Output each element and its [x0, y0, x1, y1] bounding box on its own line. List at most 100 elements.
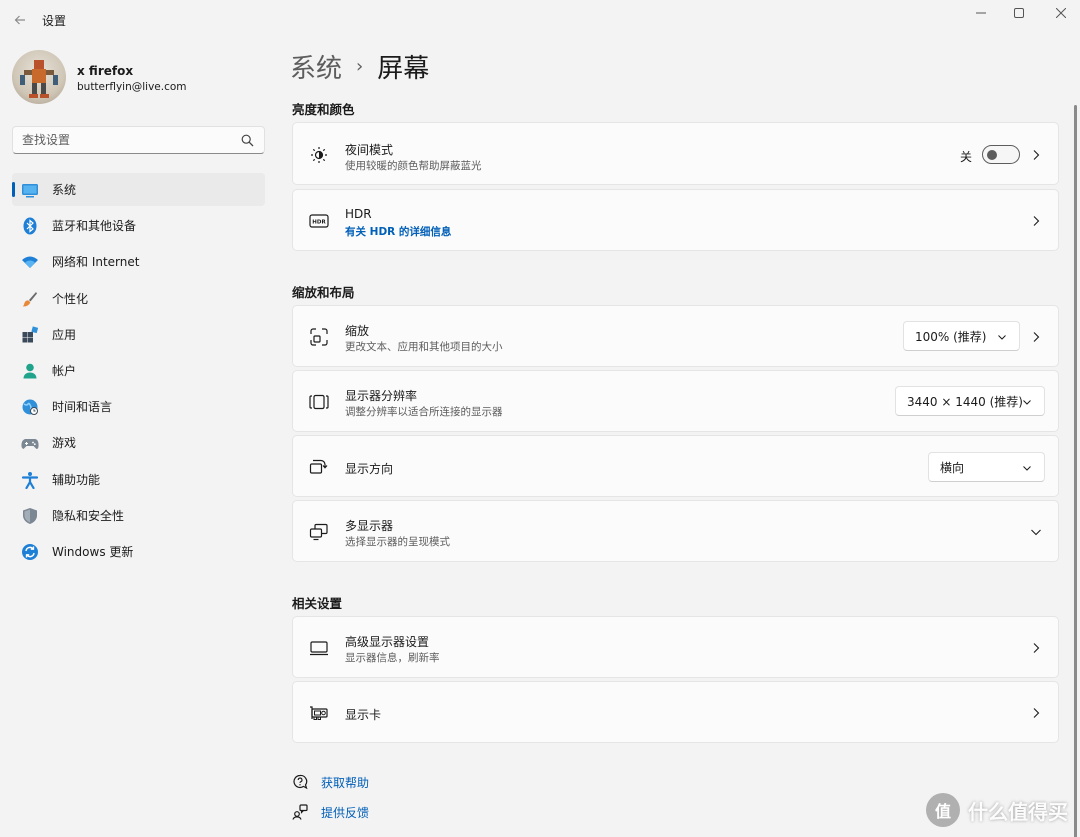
sidebar-item-label: 帐户: [52, 363, 77, 378]
chevron-down-icon[interactable]: [1030, 526, 1042, 538]
wifi-icon: [22, 256, 38, 269]
scale-icon: [310, 328, 328, 346]
night-light-icon: [311, 147, 327, 163]
sidebar-item-label: 辅助功能: [52, 472, 101, 487]
night-light-subtitle: 使用较暖的颜色帮助屏蔽蓝光: [345, 160, 482, 172]
night-light-card[interactable]: 夜间模式 使用较暖的颜色帮助屏蔽蓝光 关: [292, 122, 1059, 185]
sidebar-item-label: 游戏: [52, 436, 77, 451]
multi-display-subtitle: 选择显示器的呈现模式: [345, 536, 450, 548]
chevron-right-icon[interactable]: [1030, 642, 1042, 654]
sidebar-item-label: 系统: [52, 183, 77, 197]
sidebar-item-windows-update[interactable]: Windows 更新: [12, 535, 265, 568]
sidebar-item-label: 隐私和安全性: [52, 508, 125, 523]
chevron-down-icon: [1023, 400, 1031, 405]
back-button[interactable]: [8, 8, 32, 32]
chevron-right-icon[interactable]: [1030, 707, 1042, 719]
resolution-card[interactable]: 显示器分辨率 调整分辨率以适合所连接的显示器 3440 × 1440 (推荐): [292, 370, 1059, 432]
apps-icon: [22, 326, 39, 343]
scale-dropdown[interactable]: 100% (推荐): [903, 321, 1020, 351]
watermark: 值 什么值得买: [926, 793, 1068, 827]
scale-dropdown-value: 100% (推荐): [915, 329, 987, 344]
orientation-dropdown-value: 横向: [940, 460, 965, 475]
resolution-subtitle: 调整分辨率以适合所连接的显示器: [345, 406, 503, 418]
section-title-related: 相关设置: [292, 596, 343, 611]
graphics-title: 显示卡: [345, 708, 382, 722]
toggle-knob: [987, 150, 997, 160]
svg-text:HDR: HDR: [312, 220, 326, 226]
scrollbar[interactable]: [1074, 105, 1077, 837]
graphics-card[interactable]: 显示卡: [292, 681, 1059, 743]
sidebar-item-system[interactable]: 系统: [12, 173, 265, 206]
chevron-right-icon[interactable]: [1030, 331, 1042, 343]
monitor-outline-icon: [310, 641, 328, 656]
sidebar-item-apps[interactable]: 应用: [12, 318, 265, 351]
sidebar-item-network[interactable]: 网络和 Internet: [12, 245, 265, 278]
brush-icon: [22, 291, 37, 307]
close-button[interactable]: [1041, 0, 1080, 26]
sidebar-item-bluetooth[interactable]: 蓝牙和其他设备: [12, 209, 265, 242]
watermark-logo-glyph: 值: [934, 802, 951, 821]
hdr-info-link[interactable]: 有关 HDR 的详细信息: [345, 224, 451, 239]
night-light-title: 夜间模式: [345, 143, 394, 157]
sidebar-item-label: 时间和语言: [52, 400, 113, 415]
sidebar-item-label: 应用: [52, 327, 77, 342]
user-name: x firefox: [77, 64, 134, 78]
section-title-brightness: 亮度和颜色: [292, 102, 355, 117]
sidebar-item-label: Windows 更新: [52, 544, 134, 559]
update-icon: [22, 543, 38, 560]
shield-icon: [23, 507, 37, 524]
minimize-button[interactable]: [961, 0, 1001, 26]
advanced-display-title: 高级显示器设置: [345, 635, 430, 649]
get-help-label: 获取帮助: [321, 775, 370, 790]
night-light-toggle-label: 关: [959, 150, 972, 164]
monitor-icon: [22, 184, 38, 198]
sidebar-item-privacy[interactable]: 隐私和安全性: [12, 499, 265, 532]
search-icon[interactable]: [241, 134, 254, 147]
search-box[interactable]: [12, 126, 265, 154]
close-icon: [1056, 8, 1066, 18]
sidebar-item-label: 蓝牙和其他设备: [52, 219, 137, 234]
resolution-dropdown-value: 3440 × 1440 (推荐): [907, 394, 1023, 409]
resolution-dropdown[interactable]: 3440 × 1440 (推荐): [895, 386, 1045, 416]
chevron-right-icon[interactable]: [1030, 149, 1042, 161]
sidebar-item-time-language[interactable]: 时间和语言: [12, 390, 265, 423]
feedback-icon: [292, 804, 308, 820]
advanced-display-card[interactable]: 高级显示器设置 显示器信息，刷新率: [292, 616, 1059, 678]
breadcrumb-separator: ›: [356, 55, 364, 77]
sidebar-item-label: 个性化: [52, 291, 89, 306]
graphics-card-icon: [310, 706, 328, 720]
sidebar-item-gaming[interactable]: 游戏: [12, 426, 265, 459]
maximize-button[interactable]: [999, 0, 1039, 26]
feedback-label: 提供反馈: [321, 805, 370, 820]
night-light-toggle[interactable]: [982, 145, 1020, 164]
resolution-title: 显示器分辨率: [345, 389, 418, 403]
orientation-card[interactable]: 显示方向 横向: [292, 435, 1059, 497]
watermark-text: 什么值得买: [968, 799, 1068, 824]
orientation-icon: [309, 459, 328, 474]
multi-display-card[interactable]: 多显示器 选择显示器的呈现模式: [292, 500, 1059, 562]
minimize-icon: [976, 12, 986, 14]
page-title: 屏幕: [377, 53, 430, 84]
user-profile[interactable]: x firefox butterflyin@live.com: [12, 50, 272, 106]
breadcrumb-parent[interactable]: 系统: [290, 48, 342, 85]
robot-avatar-image: [20, 60, 58, 98]
sidebar-item-label: 网络和 Internet: [52, 255, 140, 270]
feedback-link[interactable]: 提供反馈: [292, 802, 369, 822]
get-help-link[interactable]: 获取帮助: [292, 772, 369, 792]
hdr-card[interactable]: HDR HDR 有关 HDR 的详细信息: [292, 189, 1059, 251]
watermark-logo-icon: 值: [926, 793, 960, 827]
orientation-title: 显示方向: [345, 462, 394, 476]
chevron-right-icon[interactable]: [1030, 215, 1042, 227]
hdr-icon: HDR: [309, 214, 329, 228]
scale-card[interactable]: 缩放 更改文本、应用和其他项目的大小 100% (推荐): [292, 305, 1059, 367]
multi-display-title: 多显示器: [345, 519, 394, 533]
sidebar-item-accessibility[interactable]: 辅助功能: [12, 463, 265, 496]
search-input[interactable]: [22, 127, 232, 153]
sidebar-item-accounts[interactable]: 帐户: [12, 354, 265, 387]
multi-monitor-icon: [309, 523, 328, 541]
sidebar-item-personalization[interactable]: 个性化: [12, 282, 265, 315]
section-title-scale-layout: 缩放和布局: [292, 285, 355, 300]
orientation-dropdown[interactable]: 横向: [928, 452, 1045, 482]
hdr-title: HDR: [345, 207, 372, 221]
avatar[interactable]: [12, 50, 66, 104]
